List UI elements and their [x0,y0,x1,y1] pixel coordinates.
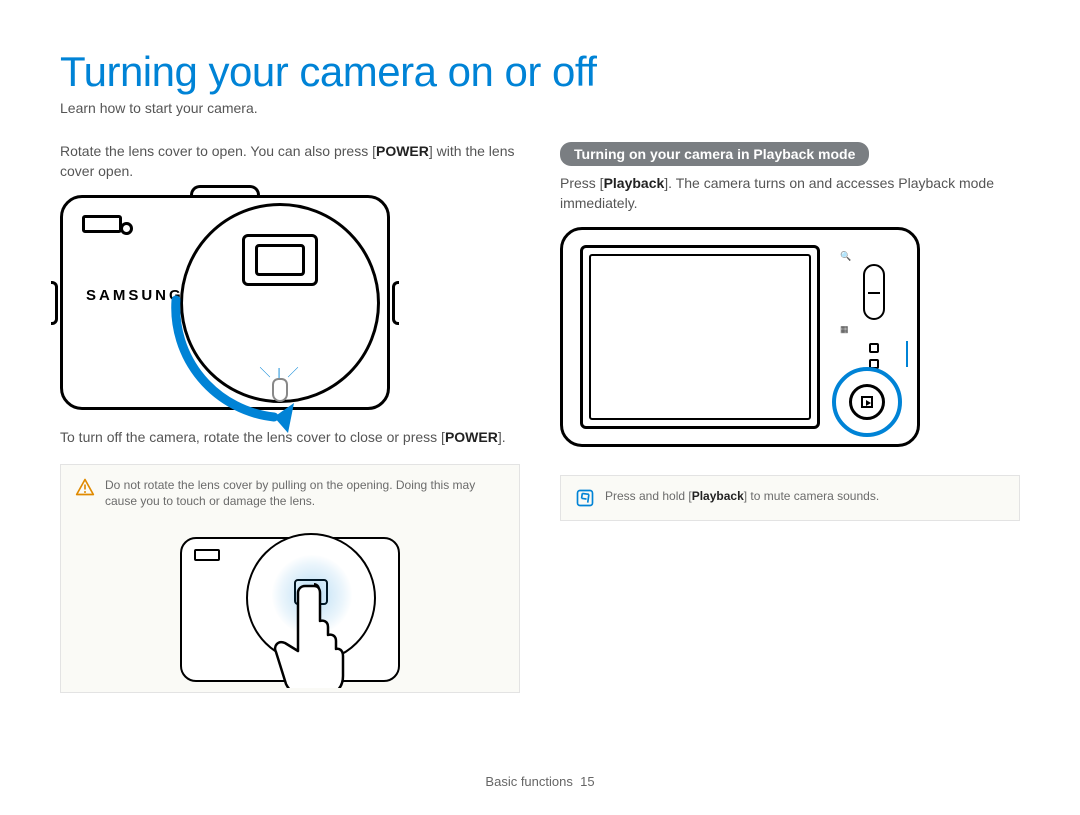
text: ]. [498,429,506,445]
info-icon [575,488,595,508]
playback-label: Playback [692,489,744,503]
playback-button-icon [849,384,885,420]
playback-button-callout [832,367,902,437]
mode-button-icon [869,343,879,353]
tip-box: Press and hold [Playback] to mute camera… [560,475,1020,521]
left-column: Rotate the lens cover to open. You can a… [60,142,520,693]
page-subtitle: Learn how to start your camera. [60,100,1020,116]
page-footer: Basic functions 15 [0,774,1080,789]
page-title: Turning your camera on or off [60,48,1020,96]
text: Press [ [560,175,604,191]
caution-text: Do not rotate the lens cover by pulling … [105,477,505,509]
caution-box: Do not rotate the lens cover by pulling … [60,464,520,693]
section-heading-pill: Turning on your camera in Playback mode [560,142,869,166]
zoom-in-icon: 🔍 [840,251,896,262]
footer-page-number: 15 [580,774,594,789]
manual-page: Turning your camera on or off Learn how … [0,0,1080,815]
zoom-rocker-icon [863,264,885,320]
two-column-layout: Rotate the lens cover to open. You can a… [60,142,1020,693]
lcd-screen-icon [580,245,820,429]
hand-icon [270,578,360,688]
rotate-arrow-icon [156,285,366,435]
power-label: POWER [376,143,429,159]
playback-instruction: Press [Playback]. The camera turns on an… [560,174,1020,213]
power-label: POWER [445,429,498,445]
camera-back-illustration: 🔍 ▦ [560,227,1020,447]
camera-front-illustration: SAMSUNG ＼ | ／ [60,195,520,410]
warning-icon [75,477,95,497]
footer-section: Basic functions [485,774,572,789]
side-buttons: 🔍 ▦ [852,251,896,375]
text: Rotate the lens cover to open. You can a… [60,143,376,159]
text: ] to mute camera sounds. [744,489,879,503]
text: Press and hold [ [605,489,692,503]
tip-text: Press and hold [Playback] to mute camera… [605,488,1005,504]
caution-illustration [180,527,400,682]
right-column: Turning on your camera in Playback mode … [560,142,1020,693]
zoom-out-icon: ▦ [840,324,896,335]
rotate-open-instruction: Rotate the lens cover to open. You can a… [60,142,520,181]
playback-label: Playback [604,175,665,191]
